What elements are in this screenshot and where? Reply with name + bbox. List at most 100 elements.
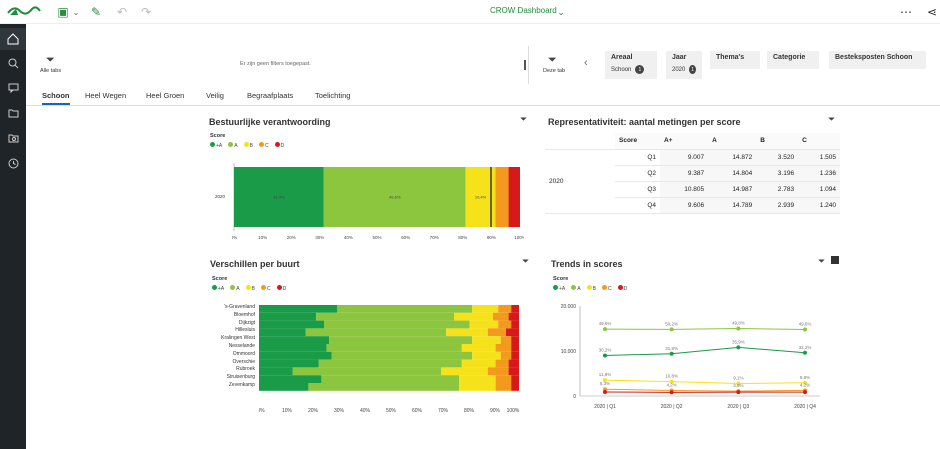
series-line (604, 346, 806, 356)
legend-label: +A (559, 286, 566, 292)
data-label: 9,8% (800, 375, 810, 380)
panel-title-trends: Trends in scores (551, 259, 623, 269)
chevron-down-icon[interactable]: ⌄ (553, 4, 569, 20)
undo-icon[interactable]: ↶ (114, 4, 130, 20)
legend-item[interactable]: A (230, 285, 240, 292)
filter-chip-themas[interactable]: Thema's (710, 51, 760, 69)
filter-chip-categorie[interactable]: Categorie (767, 51, 819, 69)
share-icon[interactable]: ⋖ (924, 4, 940, 20)
bar-segment (495, 375, 512, 383)
filter-icon[interactable]: ⏷ (520, 114, 527, 125)
recent-icon[interactable] (5, 155, 21, 171)
bar-segment (508, 167, 520, 227)
data-label: 4,2% (800, 382, 810, 387)
filter-icon[interactable]: ⏷ (522, 256, 529, 267)
tick-label: 30% (334, 408, 345, 414)
home-icon[interactable] (0, 28, 26, 50)
filter-chip-besteksposten[interactable]: Besteksposten Schoon (829, 51, 926, 69)
filter-icon[interactable]: ⏷ (818, 256, 825, 267)
search-icon[interactable] (5, 55, 21, 71)
chart-type-icon[interactable] (831, 256, 839, 264)
divider[interactable] (524, 60, 526, 70)
table-cell: 2020 (545, 149, 615, 214)
tab-heel-groen[interactable]: Heel Groen (146, 91, 184, 100)
representativeness-table: Score A+ A B C 2020 Q1 9.007 14.872 3.52… (545, 133, 840, 214)
chevron-left-icon[interactable]: ‹ (584, 57, 588, 69)
tab-veilig[interactable]: Veilig (206, 91, 224, 100)
buurt-label: Kralingen West (221, 335, 255, 342)
tab-heel-wegen[interactable]: Heel Wegen (85, 91, 126, 100)
bar-segment (508, 359, 519, 368)
trend-line-chart: 20.000 10.000 0 2020 | Q1 2020 | Q2 2020 | Q3… (561, 304, 820, 410)
team-folder-icon[interactable] (5, 130, 21, 146)
legend-item[interactable]: B (586, 285, 596, 292)
tick-label: 50% (372, 235, 381, 240)
legend-item[interactable]: +A (553, 285, 565, 292)
table-header (545, 133, 615, 150)
table-cell: 9.007 (659, 149, 709, 166)
edit-icon[interactable]: ✎ (88, 4, 104, 20)
filter-icon[interactable]: ⏷ (548, 54, 557, 67)
table-cell: 1.240 (798, 197, 840, 214)
legend-item[interactable]: +A (212, 285, 224, 292)
bar-segment (508, 312, 519, 321)
filter-chip-areaal[interactable]: Areaal Schoon 1 (605, 51, 657, 79)
filter-chip-jaar[interactable]: Jaar 2020 1 (666, 51, 702, 79)
legend-title: Score (212, 276, 228, 282)
bar-segment (305, 328, 447, 337)
tick-label: 10% (258, 235, 267, 240)
tick-label: 70% (438, 408, 449, 414)
legend-item[interactable]: C (601, 285, 612, 292)
tab-begraafplaats[interactable]: Begraafplaats (247, 91, 293, 100)
legend-item[interactable]: C (258, 142, 269, 149)
legend-swatch (260, 285, 266, 290)
data-point (736, 345, 741, 350)
comment-icon[interactable] (5, 80, 21, 96)
chevron-down-icon[interactable]: ⌄ (68, 4, 84, 20)
folder-icon[interactable] (5, 105, 21, 121)
legend-item[interactable]: B (245, 285, 255, 292)
legend-item[interactable]: C (260, 285, 271, 292)
filter-icon[interactable]: ⏷ (46, 54, 55, 67)
legend-label: D (623, 286, 628, 292)
redo-icon[interactable]: ↷ (138, 4, 154, 20)
legend-label: D (282, 286, 287, 292)
dashboard-title[interactable]: CROW Dashboard (490, 6, 557, 15)
bar-segment (495, 344, 512, 352)
legend-item[interactable]: +A (210, 142, 222, 149)
table-header: A (708, 133, 757, 150)
tick-label: 80% (464, 408, 475, 414)
filter-icon[interactable]: ⏷ (828, 114, 835, 125)
more-icon[interactable]: ⋯ (898, 4, 914, 20)
table-cell: 3.520 (756, 149, 799, 166)
this-tab-label[interactable]: Deze tab (543, 68, 565, 74)
tick-label: 20% (287, 235, 296, 240)
bar-segment (318, 359, 462, 368)
legend-item[interactable]: B (243, 142, 253, 149)
legend-item[interactable]: D (617, 285, 628, 292)
legend-label: A (236, 286, 240, 292)
table-cell: 1.094 (798, 181, 840, 198)
all-tabs-label[interactable]: Alle tabs (40, 68, 61, 74)
legend-swatch (243, 142, 249, 147)
data-label: 49,6% (599, 321, 612, 326)
legend-label: D (280, 143, 285, 149)
stacked-bar-chart: 31,4% 49,6% 10,4% 0% 10% 20% 30% 40% 50% 60% 70% 80… (232, 163, 524, 240)
series-line (604, 379, 806, 384)
data-label: 49,6% (389, 195, 401, 200)
bar-segment (472, 305, 499, 313)
legend-item[interactable]: D (276, 285, 287, 292)
series-line (604, 388, 806, 392)
tick-label: 90% (487, 235, 496, 240)
table-cell: 14.789 (708, 197, 757, 214)
bar-segment (495, 383, 512, 391)
sidebar (0, 24, 26, 449)
legend-item[interactable]: D (274, 142, 285, 149)
legend-item[interactable]: A (571, 285, 581, 292)
tab-schoon[interactable]: Schoon (42, 91, 70, 105)
tab-toelichting[interactable]: Toelichting (315, 91, 350, 100)
legend-item[interactable]: A (228, 142, 238, 149)
legend-label: C (266, 286, 271, 292)
legend-swatch (258, 142, 264, 147)
chip-label: Areaal (611, 54, 633, 61)
